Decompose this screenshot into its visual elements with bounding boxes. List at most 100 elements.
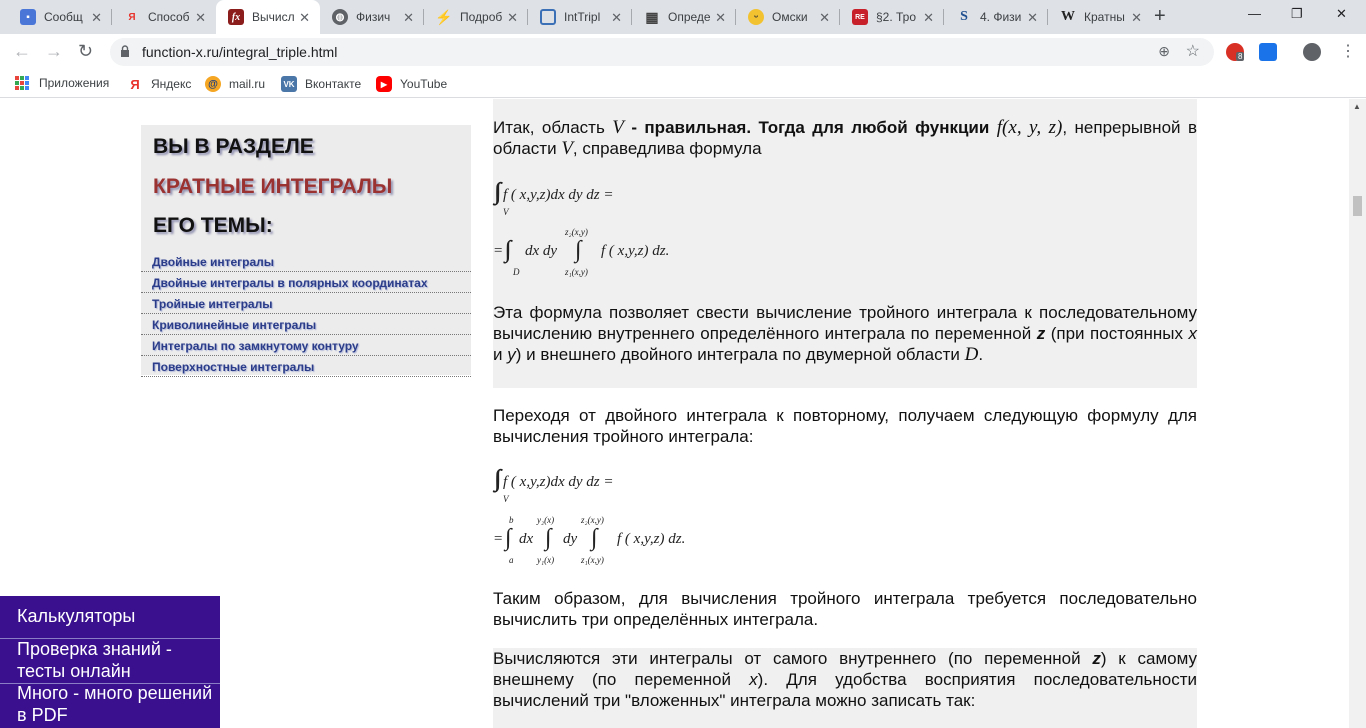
reshot-icon: RE xyxy=(852,9,868,25)
paragraph-3: Переходя от двойного интеграла к повторн… xyxy=(493,406,1197,446)
menu-dots-icon[interactable]: ⋮ xyxy=(1340,41,1356,61)
scroll-up-icon[interactable]: ▲ xyxy=(1353,102,1361,111)
bookmark-label: Вконтакте xyxy=(305,77,362,91)
bookmark-label: YouTube xyxy=(400,77,448,91)
bookmark-youtube[interactable]: ▶ YouTube xyxy=(376,76,447,92)
paragraph-4: Таким образом, для вычисления тройного и… xyxy=(493,589,1197,629)
yandex-icon: Я xyxy=(130,76,140,92)
close-icon[interactable]: ✕ xyxy=(819,10,830,26)
sidebar-link-triple[interactable]: Тройные интегралы xyxy=(141,293,471,314)
tab-title: Физич xyxy=(356,10,391,24)
smiley-icon: ᵕ xyxy=(748,9,764,25)
zoom-icon[interactable]: ⊕ xyxy=(1158,43,1170,60)
paragraph-5: Вычисляются эти интегралы от самого внут… xyxy=(493,649,1197,710)
tab-8[interactable]: RE §2. Тро ✕ xyxy=(840,0,944,34)
scrollbar-thumb[interactable] xyxy=(1353,196,1362,216)
tab-title: Омски xyxy=(772,10,808,24)
tab-1[interactable]: Я Способ ✕ xyxy=(112,0,216,34)
sidebar-link-polar[interactable]: Двойные интегралы в полярных координатах xyxy=(141,272,471,293)
paragraph-2: Эта формула позволяет свести вычисление … xyxy=(493,303,1197,365)
page-scrollbar[interactable]: ▲ xyxy=(1349,99,1366,728)
close-icon[interactable]: ✕ xyxy=(299,10,310,26)
grid-icon: ▦ xyxy=(645,8,659,25)
window-close-icon[interactable]: ✕ xyxy=(1336,6,1347,22)
bookmark-yandex[interactable]: Я Яндекс xyxy=(127,76,191,92)
bookmark-apps[interactable]: Приложения xyxy=(15,76,109,90)
tab-4[interactable]: ⚡ Подроб ✕ xyxy=(424,0,528,34)
tab-6[interactable]: ▦ Опреде ✕ xyxy=(632,0,736,34)
formula-iterated-2: = ∫ b a dx ∫ y₂(x) y₁(x) dy ∫ z₂(x,y) z₁… xyxy=(493,515,686,565)
tab-title: IntTripl xyxy=(564,10,601,24)
globe-icon: ◍ xyxy=(332,9,348,25)
menu-pdf-solutions[interactable]: Много - много решений в PDF xyxy=(0,682,220,726)
toolbar: ← → ↻ function-x.ru/integral_triple.html… xyxy=(0,34,1366,70)
menu-calculators[interactable]: Калькуляторы xyxy=(0,605,220,627)
tab-2-active[interactable]: fx Вычисл ✕ xyxy=(216,0,320,34)
tab-10[interactable]: W Кратны ✕ xyxy=(1048,0,1152,34)
close-icon[interactable]: ✕ xyxy=(923,10,934,26)
tab-title: Способ xyxy=(148,10,190,24)
bookmarks-bar: Приложения Я Яндекс @ mail.ru VK Вконтак… xyxy=(0,70,1366,98)
bookmark-label: mail.ru xyxy=(229,77,266,91)
close-icon[interactable]: ✕ xyxy=(611,10,622,26)
mail-at-icon: @ xyxy=(205,76,221,92)
sidebar-link-surface[interactable]: Поверхностные интегралы xyxy=(141,356,471,377)
tab-title: 4. Физи xyxy=(980,10,1022,24)
close-icon[interactable]: ✕ xyxy=(91,10,102,26)
wikipedia-icon: W xyxy=(1061,9,1075,24)
bookmark-vk[interactable]: VK Вконтакте xyxy=(281,76,361,92)
sidebar-link-curvilinear[interactable]: Криволинейные интегралы xyxy=(141,314,471,335)
reload-icon[interactable]: ↻ xyxy=(78,41,93,62)
close-icon[interactable]: ✕ xyxy=(715,10,726,26)
close-icon[interactable]: ✕ xyxy=(1027,10,1038,26)
chat-icon: ▪ xyxy=(20,9,36,25)
profile-avatar-icon[interactable] xyxy=(1303,43,1321,61)
extension-book-icon[interactable] xyxy=(1259,43,1277,61)
tab-title: Подроб xyxy=(460,10,503,24)
restore-icon[interactable]: ❐ xyxy=(1291,6,1303,22)
browser-window: ▪ Сообщ ✕ Я Способ ✕ fx Вычисл ✕ ◍ Физич… xyxy=(0,0,1366,728)
tab-title: Опреде xyxy=(668,10,711,24)
close-icon[interactable]: ✕ xyxy=(195,10,206,26)
bookmark-label: Яндекс xyxy=(151,77,192,91)
sidebar-heading-themes: ЕГО ТЕМЫ: xyxy=(153,214,273,237)
tab-title: Вычисл xyxy=(252,10,295,24)
tab-title: Сообщ xyxy=(44,10,83,24)
book-icon xyxy=(540,9,556,25)
tab-3[interactable]: ◍ Физич ✕ xyxy=(320,0,424,34)
yandex-icon: Я xyxy=(128,11,136,23)
tab-0[interactable]: ▪ Сообщ ✕ xyxy=(8,0,112,34)
tab-title: §2. Тро xyxy=(876,10,917,24)
formula-triple-integral-2: ∫∫∫f ( x,y,z)dx dy dz = V xyxy=(495,466,614,504)
tab-title: Кратны xyxy=(1084,10,1125,24)
tab-7[interactable]: ᵕ Омски ✕ xyxy=(736,0,840,34)
close-icon[interactable]: ✕ xyxy=(1131,10,1142,26)
floating-menu: Калькуляторы Проверка знаний - тесты онл… xyxy=(0,596,220,728)
sidebar-heading-section: ВЫ В РАЗДЕЛЕ xyxy=(153,135,314,158)
section-sidebar: ВЫ В РАЗДЕЛЕ КРАТНЫЕ ИНТЕГРАЛЫ ЕГО ТЕМЫ:… xyxy=(141,125,471,377)
minimize-icon[interactable]: — xyxy=(1248,6,1261,21)
vk-icon: VK xyxy=(281,76,297,92)
new-tab-button[interactable]: + xyxy=(1154,5,1166,28)
sidebar-heading-topic[interactable]: КРАТНЫЕ ИНТЕГРАЛЫ xyxy=(153,175,392,199)
forward-arrow-icon[interactable]: → xyxy=(45,41,63,62)
extension-badge: 8 xyxy=(1236,52,1245,61)
address-bar[interactable]: function-x.ru/integral_triple.html ⊕ ☆ xyxy=(110,38,1214,66)
url-text[interactable]: function-x.ru/integral_triple.html xyxy=(142,44,337,60)
youtube-icon: ▶ xyxy=(376,76,392,92)
sidebar-link-double[interactable]: Двойные интегралы xyxy=(141,251,471,272)
star-icon[interactable]: ☆ xyxy=(1186,41,1200,61)
page-viewport[interactable]: ВЫ В РАЗДЕЛЕ КРАТНЫЕ ИНТЕГРАЛЫ ЕГО ТЕМЫ:… xyxy=(0,99,1366,728)
formula-triple-integral: ∫∫∫f ( x,y,z)dx dy dz = V xyxy=(495,179,614,217)
sidebar-links: Двойные интегралы Двойные интегралы в по… xyxy=(141,251,471,377)
tab-9[interactable]: S 4. Физи ✕ xyxy=(944,0,1048,34)
back-arrow-icon[interactable]: ← xyxy=(13,41,31,62)
close-icon[interactable]: ✕ xyxy=(507,10,518,26)
tab-5[interactable]: IntTripl ✕ xyxy=(528,0,632,34)
s-icon: S xyxy=(960,9,968,24)
fx-icon: fx xyxy=(228,9,244,25)
close-icon[interactable]: ✕ xyxy=(403,10,414,26)
menu-tests[interactable]: Проверка знаний - тесты онлайн xyxy=(0,638,220,682)
bookmark-mail[interactable]: @ mail.ru xyxy=(205,76,265,92)
sidebar-link-closed-contour[interactable]: Интегралы по замкнутому контуру xyxy=(141,335,471,356)
